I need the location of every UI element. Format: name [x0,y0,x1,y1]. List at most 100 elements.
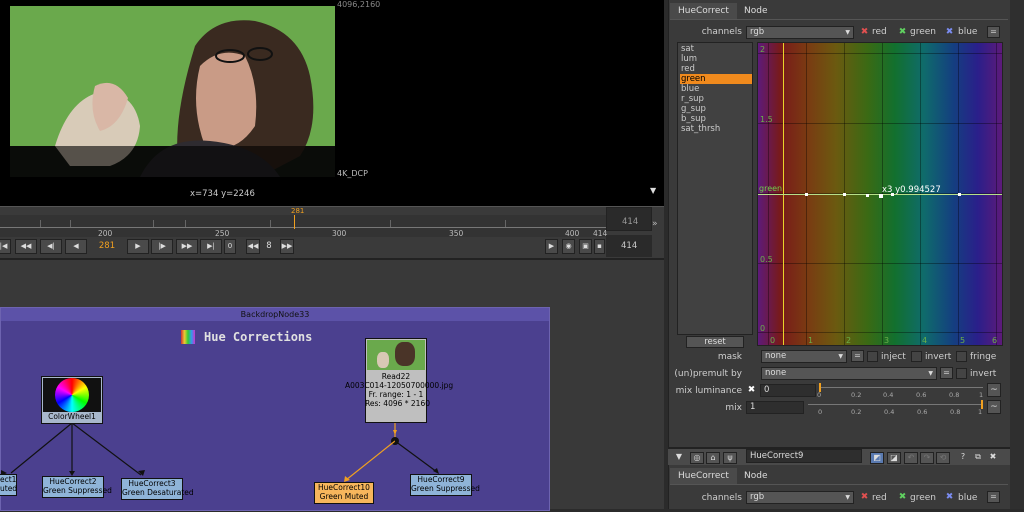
first-frame-button[interactable]: |◀ [0,239,11,254]
timeline[interactable]: 200 250 300 350 400 414 281 414 414 » |◀… [0,206,664,258]
current-frame-field[interactable]: 281 [92,239,122,254]
mix-luminance-animation-icon[interactable]: ~ [987,383,1001,397]
viewer-menu-arrow-icon[interactable]: ▼ [650,186,656,195]
mix-slider[interactable]: 0 0.2 0.4 0.6 0.8 1 [808,400,983,416]
step-forward-increment-button[interactable]: ▶▶ [280,239,294,254]
channels-link-button[interactable]: = [987,26,1000,38]
curve-item-r-sup[interactable]: r_sup [680,94,752,104]
redo-icon[interactable]: ↶ [904,452,918,464]
tab-node[interactable]: Node [736,3,776,19]
node-graph[interactable]: BackdropNode33 Hue Corrections ColorWhee… [0,258,664,511]
curve-item-b-sup[interactable]: b_sup [680,114,752,124]
node-name-field[interactable]: HueCorrect9 [746,449,862,463]
history-icon[interactable]: ⟲ [936,452,950,464]
node-label: HueCorrect10 [318,483,370,492]
unpremult-value: none [765,368,787,378]
unpremult-link-button[interactable]: = [940,367,953,379]
collapse-arrow-icon[interactable]: ▼ [672,452,686,464]
green-checkbox-2[interactable]: ✖ [897,492,908,503]
green-checkbox[interactable]: ✖ [897,27,908,38]
last-frame-button[interactable]: ▶| [200,239,222,254]
tab-huecorrect-2[interactable]: HueCorrect [670,468,737,484]
channels-label-2: channels [701,493,742,503]
render-icon[interactable]: ▪ [594,239,605,254]
color-chip-icon[interactable]: ◩ [870,452,884,464]
curve-item-green[interactable]: green [680,74,752,84]
tab-huecorrect[interactable]: HueCorrect [670,3,737,19]
playback-mode-button[interactable]: 0 [224,239,236,254]
invert-mask-checkbox[interactable] [911,351,922,362]
node-sublabel: Green Suppressed [411,484,480,493]
camera-icon[interactable]: ▣ [579,239,592,254]
curve-item-g-sup[interactable]: g_sup [680,104,752,114]
mask-dropdown[interactable]: none ▼ [761,350,847,363]
close-panel-icon[interactable]: ✖ [986,452,1000,464]
curve-point[interactable] [866,194,869,197]
huecorrect3-node[interactable]: HueCorrect3 Green Desaturated [121,478,194,500]
undo-icon[interactable]: ◪ [887,452,901,464]
mix-field[interactable]: 1 [746,401,804,414]
x-axis-label: 3 [884,336,890,345]
step-back-increment-button[interactable]: ◀◀ [246,239,260,254]
unpremult-dropdown[interactable]: none ▼ [761,367,937,380]
help-icon[interactable]: ? [956,452,970,464]
invert-unpremult-checkbox[interactable] [956,368,967,379]
flipbook-icon[interactable]: ◉ [562,239,575,254]
viewer[interactable]: 4096,2160 4K_DCP x=734 y=2246 ▼ [0,0,664,206]
curve-point[interactable] [891,193,894,196]
huecorrect2-node[interactable]: HueCorrect2 Green Suppressed [42,476,112,498]
colorwheel-node[interactable]: ColorWheel1 [41,376,103,424]
mix-luminance-checkbox[interactable]: ✖ [746,385,757,396]
mix-animation-icon[interactable]: ~ [987,400,1001,414]
curve-point-selected[interactable] [879,194,883,198]
curve-point[interactable] [958,193,961,196]
huecorrect1-node[interactable]: ect1 uted [0,474,17,496]
curve-item-blue[interactable]: blue [680,84,752,94]
tab-node-2[interactable]: Node [736,468,776,484]
revert-icon[interactable]: ↷ [920,452,934,464]
channels-link-button-2[interactable]: = [987,491,1000,503]
last-frame-field[interactable]: 414 [606,235,652,257]
curve-item-sat[interactable]: sat [680,44,752,54]
mask-link-button[interactable]: = [851,350,864,362]
curve-item-red[interactable]: red [680,64,752,74]
next-keyframe-button[interactable]: ▶▶ [176,239,198,254]
fringe-checkbox[interactable] [956,351,967,362]
curve-item-lum[interactable]: lum [680,54,752,64]
expand-chevron-icon[interactable]: » [652,219,658,229]
channels-dropdown-2[interactable]: rgb ▼ [746,491,854,504]
step-back-button[interactable]: ◀| [40,239,62,254]
float-panel-icon[interactable]: ◎ [690,452,704,464]
curve-point[interactable] [843,193,846,196]
backdrop-node[interactable]: BackdropNode33 Hue Corrections ColorWhee… [0,307,550,511]
curve-list[interactable]: sat lum red green blue r_sup g_sup b_sup… [677,42,753,335]
channels-dropdown[interactable]: rgb ▼ [746,26,854,39]
step-forward-button[interactable]: |▶ [151,239,173,254]
wand-icon[interactable]: ψ [723,452,737,464]
mix-luminance-slider[interactable]: 0 0.2 0.4 0.6 0.8 1 [817,383,983,399]
curve-editor[interactable]: 2 1.5 0.5 0 0 1 2 3 4 5 6 green x3 y0.99… [757,42,1003,346]
red-checkbox[interactable]: ✖ [859,27,870,38]
blue-checkbox[interactable]: ✖ [944,27,955,38]
increment-field[interactable]: 8 [262,239,276,254]
frame-ruler[interactable]: 200 250 300 350 400 414 [0,215,607,238]
play-forward-button[interactable]: ▶ [127,239,149,254]
playhead[interactable] [294,215,295,229]
red-checkbox-2[interactable]: ✖ [859,492,870,503]
properties-scrollbar[interactable] [1010,0,1024,509]
end-frame-field[interactable]: 414 [606,207,652,231]
float-icon[interactable]: ⧉ [971,452,985,464]
inject-checkbox[interactable] [867,351,878,362]
huecorrect10-node[interactable]: HueCorrect10 Green Muted [314,482,374,504]
curve-item-sat-thrsh[interactable]: sat_thrsh [680,124,752,134]
ruler-tick: 250 [215,229,230,238]
curve-point[interactable] [805,193,808,196]
huecorrect9-node[interactable]: HueCorrect9 Green Suppressed [410,474,480,496]
play-mode-icon[interactable]: ▶ [545,239,558,254]
node-shape-icon[interactable]: ⌂ [706,452,720,464]
mix-luminance-field[interactable]: 0 [760,384,816,397]
reset-button[interactable]: reset [686,336,744,348]
play-backward-button[interactable]: ◀ [65,239,87,254]
prev-keyframe-button[interactable]: ◀◀ [15,239,37,254]
blue-checkbox-2[interactable]: ✖ [944,492,955,503]
